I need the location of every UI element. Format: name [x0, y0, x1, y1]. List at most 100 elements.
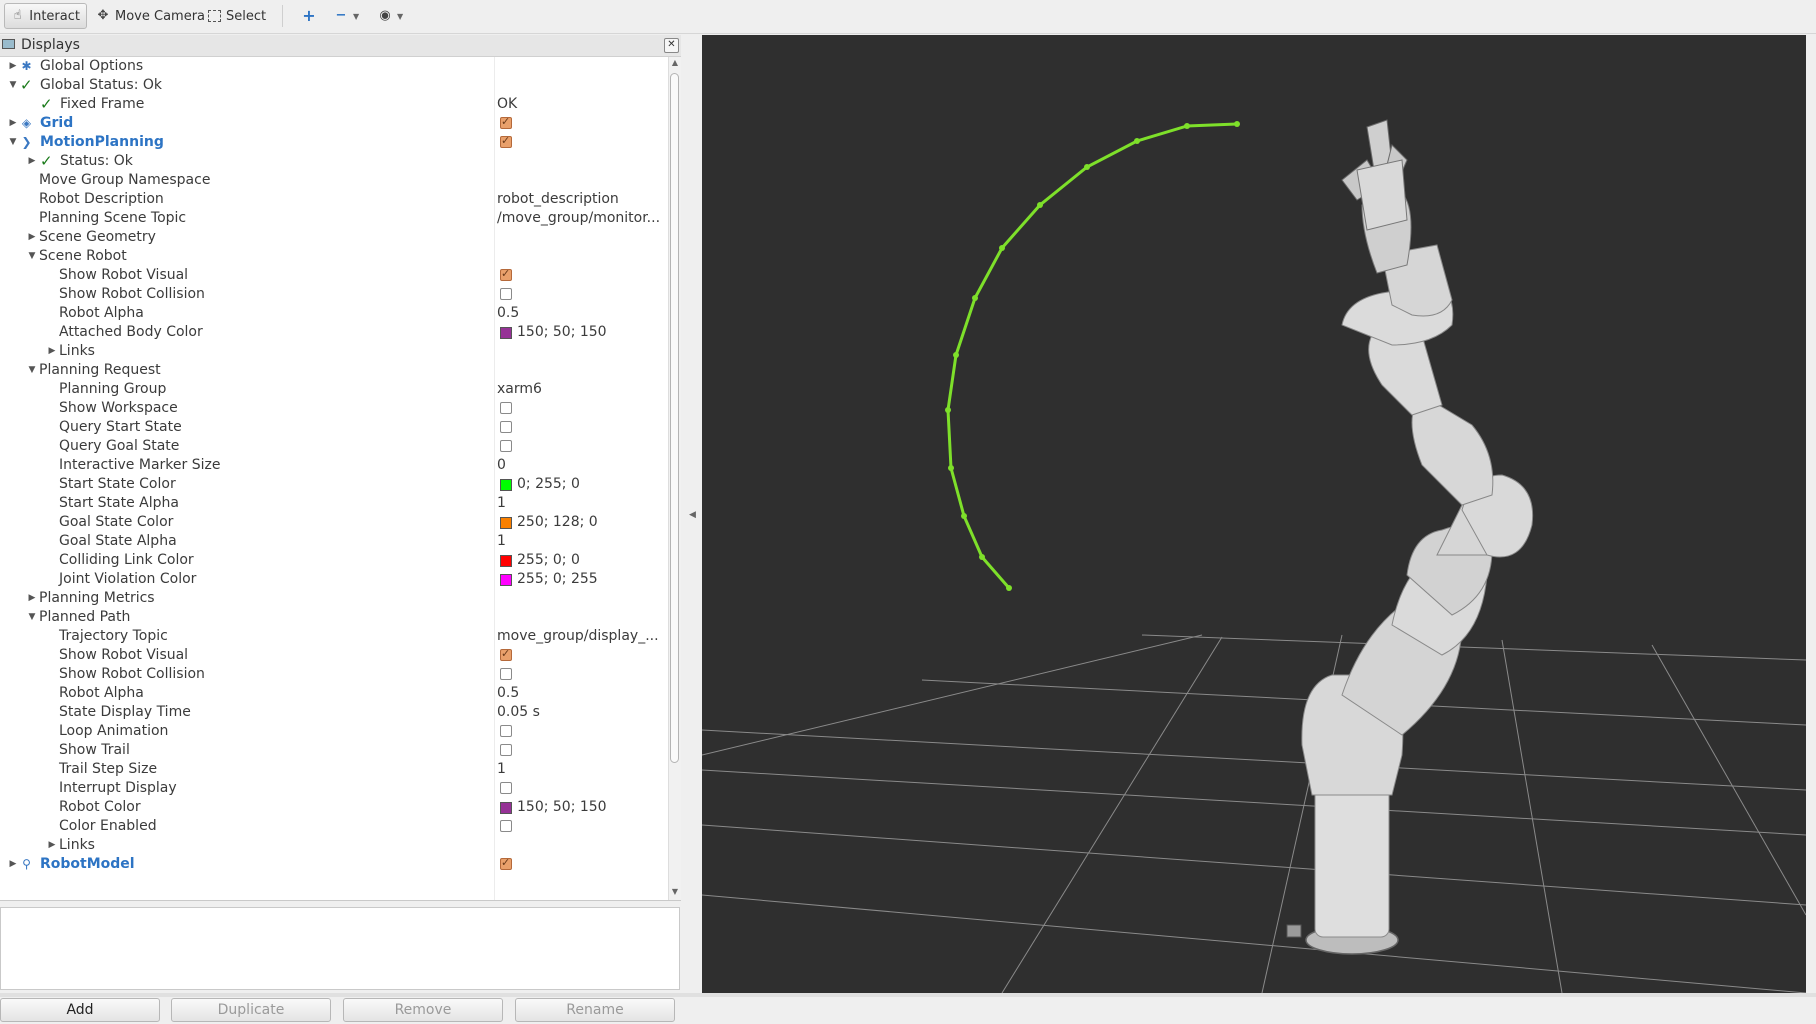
tree-row[interactable]: Color Enabled	[0, 817, 668, 836]
tree-row[interactable]: Show Robot Visual	[0, 646, 668, 665]
property-checkbox[interactable]	[500, 421, 512, 433]
property-checkbox[interactable]	[500, 134, 512, 148]
property-checkbox[interactable]	[500, 744, 512, 756]
tree-row[interactable]: ▼ Planning Request	[0, 361, 668, 380]
property-value[interactable]: robot_description	[497, 190, 665, 209]
property-value[interactable]: 255; 0; 0	[517, 551, 681, 570]
tree-row[interactable]: Query Start State	[0, 418, 668, 437]
expand-arrow-right-icon[interactable]: ▶	[47, 342, 57, 361]
tree-row[interactable]: Trajectory Topic move_group/display_...	[0, 627, 668, 646]
render-viewport[interactable]	[701, 35, 1807, 994]
color-swatch[interactable]	[500, 517, 512, 529]
tree-row[interactable]: ▼ Planned Path	[0, 608, 668, 627]
tree-row[interactable]: ▼ ✓ Global Status: Ok	[0, 76, 668, 95]
expand-arrow-down-icon[interactable]: ▼	[27, 247, 37, 266]
close-panel-button[interactable]: ✕	[664, 38, 679, 53]
remove-button[interactable]: Remove	[343, 998, 503, 1022]
color-swatch[interactable]	[500, 479, 512, 491]
tree-row[interactable]: ▼ Scene Robot	[0, 247, 668, 266]
add-tool-button[interactable]: +	[296, 3, 322, 29]
tree-row[interactable]: ▶ Planning Metrics	[0, 589, 668, 608]
property-value[interactable]: 150; 50; 150	[517, 798, 681, 817]
expand-arrow-right-icon[interactable]: ▶	[8, 114, 18, 133]
property-checkbox[interactable]	[500, 856, 512, 870]
tree-row[interactable]: Robot Alpha 0.5	[0, 304, 668, 323]
view-menu-button[interactable]: ◉ ▼	[372, 3, 409, 29]
property-value[interactable]: 0	[497, 456, 665, 475]
property-value[interactable]: 0.5	[497, 304, 665, 323]
expand-arrow-right-icon[interactable]: ▶	[8, 57, 18, 76]
add-button[interactable]: Add	[0, 998, 160, 1022]
property-value[interactable]: xarm6	[497, 380, 665, 399]
property-checkbox[interactable]	[500, 115, 512, 129]
duplicate-button[interactable]: Duplicate	[171, 998, 331, 1022]
color-swatch[interactable]	[500, 574, 512, 586]
move-camera-tool-button[interactable]: ✥ Move Camera	[90, 3, 211, 29]
tree-row[interactable]: Planning Group xarm6	[0, 380, 668, 399]
tree-row[interactable]: Goal State Color 250; 128; 0	[0, 513, 668, 532]
tree-row[interactable]: Start State Alpha 1	[0, 494, 668, 513]
tree-row[interactable]: ▶ ⚲ RobotModel	[0, 855, 668, 874]
tree-row[interactable]: Show Robot Collision	[0, 665, 668, 684]
property-value[interactable]: 250; 128; 0	[517, 513, 681, 532]
property-value[interactable]: 1	[497, 532, 665, 551]
tree-row[interactable]: Robot Alpha 0.5	[0, 684, 668, 703]
tree-row[interactable]: Move Group Namespace	[0, 171, 668, 190]
displays-tree[interactable]: ▲ ▼ ▶ ✱ Global Options ▼ ✓ Global Status: Ok ✓…	[0, 57, 681, 901]
tree-row[interactable]: Show Trail	[0, 741, 668, 760]
color-swatch[interactable]	[500, 327, 512, 339]
tree-row[interactable]: Attached Body Color 150; 50; 150	[0, 323, 668, 342]
tree-row[interactable]: Robot Color 150; 50; 150	[0, 798, 668, 817]
rename-button[interactable]: Rename	[515, 998, 675, 1022]
color-swatch[interactable]	[500, 802, 512, 814]
tree-row[interactable]: ▶ Links	[0, 836, 668, 855]
collapse-left-icon[interactable]: ◀	[689, 510, 696, 520]
tree-row[interactable]: ▼ ❯ MotionPlanning	[0, 133, 668, 152]
select-tool-button[interactable]: Select	[202, 3, 272, 29]
panel-splitter[interactable]: ◀	[682, 35, 702, 993]
tree-row[interactable]: ▶ ✓ Status: Ok	[0, 152, 668, 171]
expand-arrow-down-icon[interactable]: ▼	[8, 76, 18, 95]
property-checkbox[interactable]	[500, 440, 512, 452]
remove-tool-button[interactable]: − ▼	[328, 3, 365, 29]
tree-row[interactable]: Robot Description robot_description	[0, 190, 668, 209]
tree-row[interactable]: Joint Violation Color 255; 0; 255	[0, 570, 668, 589]
scroll-up-icon[interactable]: ▲	[670, 58, 680, 70]
tree-row[interactable]: Planning Scene Topic/move_group/monitor.…	[0, 209, 668, 228]
property-value[interactable]: /move_group/monitor...	[497, 209, 665, 228]
property-value[interactable]: 1	[497, 760, 665, 779]
expand-arrow-down-icon[interactable]: ▼	[8, 133, 18, 152]
property-checkbox[interactable]	[500, 647, 512, 661]
tree-row[interactable]: Interactive Marker Size 0	[0, 456, 668, 475]
scroll-down-icon[interactable]: ▼	[670, 887, 680, 899]
tree-row[interactable]: Trail Step Size 1	[0, 760, 668, 779]
tree-row[interactable]: Loop Animation	[0, 722, 668, 741]
tree-row[interactable]: Interrupt Display	[0, 779, 668, 798]
tree-row[interactable]: Show Robot Collision	[0, 285, 668, 304]
property-checkbox[interactable]	[500, 782, 512, 794]
expand-arrow-right-icon[interactable]: ▶	[8, 855, 18, 874]
tree-row[interactable]: Goal State Alpha 1	[0, 532, 668, 551]
tree-row[interactable]: State Display Time 0.05 s	[0, 703, 668, 722]
tree-row[interactable]: ✓ Fixed Frame OK	[0, 95, 668, 114]
tree-row[interactable]: Query Goal State	[0, 437, 668, 456]
tree-row[interactable]: ▶ Links	[0, 342, 668, 361]
property-checkbox[interactable]	[500, 402, 512, 414]
tree-row[interactable]: Colliding Link Color 255; 0; 0	[0, 551, 668, 570]
tree-row[interactable]: ▶ Scene Geometry	[0, 228, 668, 247]
tree-row[interactable]: Start State Color 0; 255; 0	[0, 475, 668, 494]
tree-row[interactable]: ▶ ◈ Grid	[0, 114, 668, 133]
expand-arrow-down-icon[interactable]: ▼	[27, 608, 37, 627]
property-value[interactable]: 0.5	[497, 684, 665, 703]
property-value[interactable]: 0.05 s	[497, 703, 665, 722]
expand-arrow-right-icon[interactable]: ▶	[27, 589, 37, 608]
property-value[interactable]: 1	[497, 494, 665, 513]
property-checkbox[interactable]	[500, 668, 512, 680]
interact-tool-button[interactable]: ☝ Interact	[4, 3, 87, 29]
expand-arrow-right-icon[interactable]: ▶	[47, 836, 57, 855]
expand-arrow-down-icon[interactable]: ▼	[27, 361, 37, 380]
expand-arrow-right-icon[interactable]: ▶	[27, 152, 37, 171]
scrollbar-thumb[interactable]	[670, 73, 679, 763]
property-checkbox[interactable]	[500, 288, 512, 300]
property-value[interactable]: 150; 50; 150	[517, 323, 681, 342]
